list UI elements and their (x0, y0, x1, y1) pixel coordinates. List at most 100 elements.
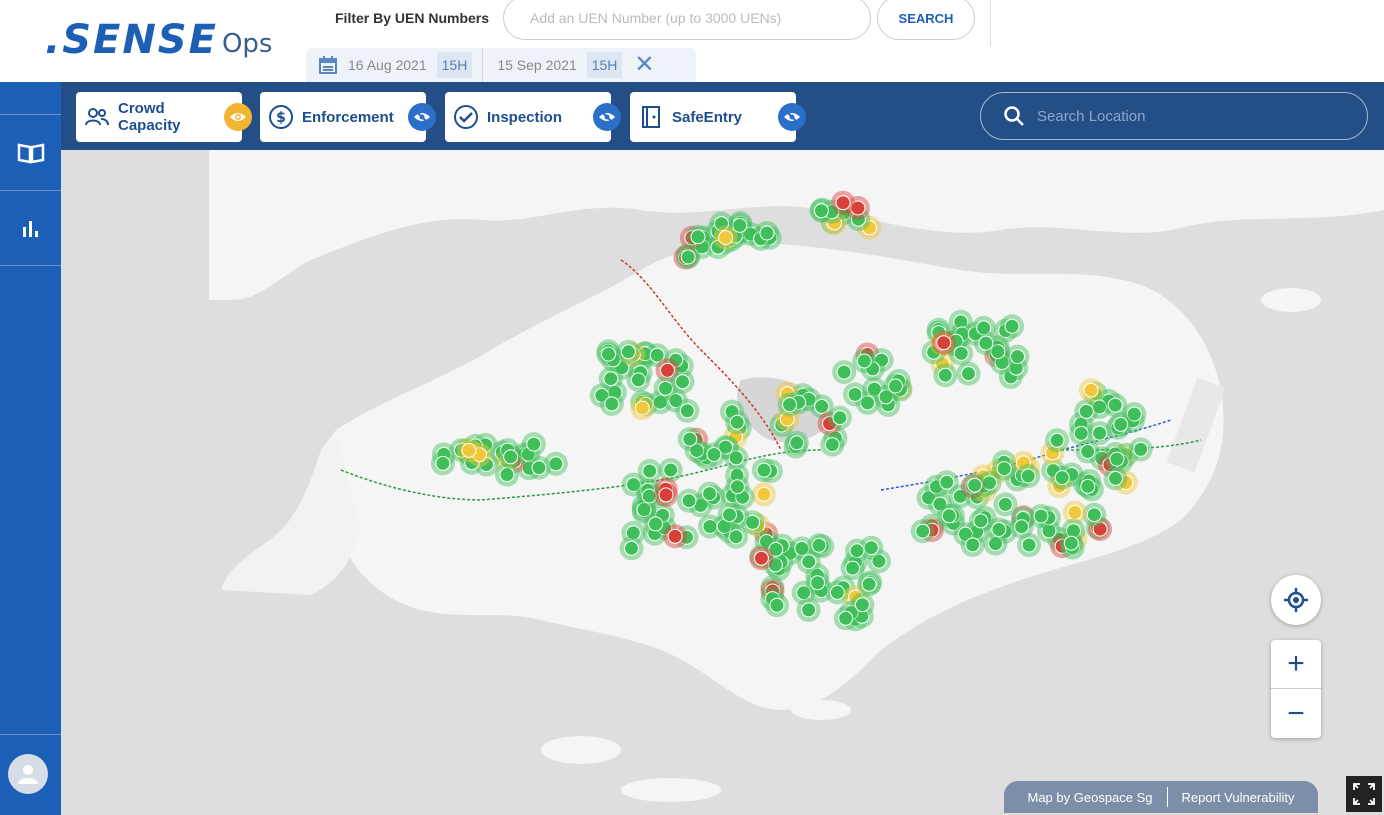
map-marker-core (978, 335, 994, 351)
calendar-icon (319, 56, 337, 74)
start-hour[interactable]: 15H (436, 52, 473, 78)
start-date[interactable]: 16 Aug 2021 (348, 57, 427, 73)
map-marker-core (648, 516, 664, 532)
map-marker-core (782, 397, 798, 413)
date-range-picker[interactable]: 16 Aug 2021 15H 15 Sep 2021 15H ✕ (306, 48, 696, 82)
map-marker-core (1107, 397, 1123, 413)
map-marker-core (620, 344, 636, 360)
layer-label-line2: Capacity (118, 117, 181, 134)
logo-sub-text: Ops (221, 29, 273, 59)
map-marker-core (1049, 432, 1065, 448)
map-marker-core (836, 364, 852, 380)
uen-search-button[interactable]: SEARCH (877, 0, 975, 40)
map-marker-core (1054, 470, 1070, 486)
zoom-in-button[interactable]: + (1271, 640, 1321, 689)
eye-off-icon[interactable] (593, 103, 621, 131)
divider (990, 0, 991, 46)
map-graphic (209, 150, 1384, 802)
eye-off-icon[interactable] (408, 103, 436, 131)
map-marker-core (729, 414, 745, 430)
map-marker-core (991, 522, 1007, 537)
user-avatar-icon[interactable] (8, 754, 48, 794)
date-divider (482, 48, 484, 82)
map-marker-core (1113, 416, 1129, 432)
eye-off-icon[interactable] (778, 103, 806, 131)
map-marker-core (1108, 470, 1123, 486)
fullscreen-icon[interactable] (1346, 776, 1382, 812)
bar-chart-icon (22, 221, 38, 237)
map-marker-core (706, 447, 722, 462)
map-marker-core (756, 486, 772, 502)
map-marker-core (1014, 519, 1030, 535)
map-marker-core (526, 436, 542, 452)
map-marker-core (604, 396, 620, 412)
map-marker-core (769, 597, 785, 613)
map-marker-core (813, 203, 829, 219)
sidebar-item-guide[interactable] (0, 114, 61, 190)
eye-icon[interactable] (224, 103, 252, 131)
divider (1166, 787, 1168, 807)
map-marker-core (624, 540, 639, 556)
map-marker-core (1063, 535, 1079, 551)
map-marker-core (603, 371, 619, 387)
location-search-input[interactable] (1037, 107, 1337, 125)
dollar-circle-icon: $ (269, 105, 293, 129)
map-marker-core (854, 597, 870, 613)
map-marker-core (1004, 318, 1020, 334)
map-marker-core (1133, 441, 1149, 457)
map-marker-core (835, 195, 851, 211)
location-search[interactable] (980, 92, 1368, 140)
map-attribution: Map by Geospace Sg Report Vulnerability (1004, 781, 1318, 813)
end-date[interactable]: 15 Sep 2021 (497, 57, 576, 73)
map-marker-core (461, 442, 477, 458)
map-marker-core (660, 362, 675, 378)
locate-icon[interactable] (1271, 575, 1321, 625)
report-vulnerability-link[interactable]: Report Vulnerability (1182, 790, 1295, 805)
map-marker-core (1086, 507, 1102, 523)
map-marker-core (941, 508, 957, 524)
map-marker-core (1067, 504, 1083, 520)
map-marker-core (1080, 444, 1096, 459)
book-icon (17, 143, 44, 163)
map-marker-core (1078, 403, 1094, 419)
map-marker-core (847, 386, 863, 402)
layer-chip-safeentry[interactable]: SafeEntry (630, 92, 806, 142)
map-marker-core (845, 560, 861, 576)
layer-chip-enforcement[interactable]: $ Enforcement (260, 92, 436, 142)
zoom-out-button[interactable]: − (1271, 689, 1321, 738)
map-marker-core (937, 367, 953, 383)
map-marker-core (729, 479, 745, 495)
map-marker-core (503, 449, 519, 465)
sidebar-item-analytics[interactable] (0, 190, 61, 266)
map-marker-core (967, 477, 983, 493)
map-marker-core (1073, 425, 1089, 441)
layer-chip-inspection[interactable]: Inspection (445, 92, 621, 142)
map-marker-core (997, 496, 1013, 512)
map-canvas[interactable]: + − (61, 150, 1384, 815)
map-marker-core (601, 346, 616, 362)
map-marker-core (861, 576, 877, 592)
map-marker-core (548, 456, 564, 472)
map-marker-core (849, 543, 865, 559)
map-marker-core (675, 374, 690, 390)
map-marker-core (1020, 468, 1036, 484)
door-icon (642, 106, 660, 128)
close-icon[interactable]: ✕ (634, 53, 654, 77)
map-marker-core (939, 474, 955, 490)
layer-chip-crowd-capacity[interactable]: Crowd Capacity (76, 92, 252, 142)
end-hour[interactable]: 15H (586, 52, 623, 78)
attribution-link[interactable]: Map by Geospace Sg (1028, 790, 1153, 805)
map-marker-core (1080, 478, 1096, 494)
map-marker-core (953, 345, 969, 361)
uen-input[interactable] (503, 0, 871, 40)
logo-main-text: .SENSE (45, 17, 218, 63)
map-marker-core (810, 575, 826, 591)
map-marker-core (681, 493, 697, 509)
map-marker-core (961, 366, 976, 382)
map-marker-core (756, 462, 772, 478)
map-marker-core (1092, 425, 1108, 441)
map-marker-core (936, 335, 952, 351)
app-logo: .SENSE Ops (45, 18, 272, 62)
map-marker-core (973, 513, 989, 529)
map-marker-core (728, 529, 744, 545)
